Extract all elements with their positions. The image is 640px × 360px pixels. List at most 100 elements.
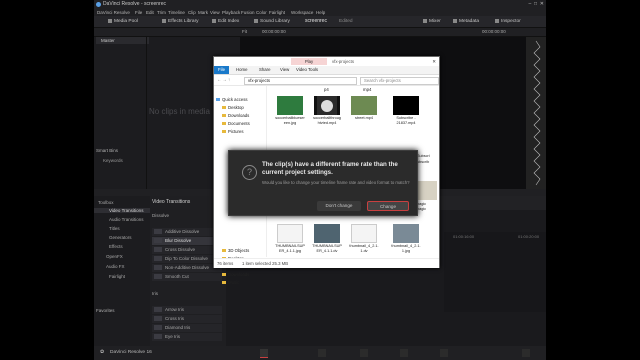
file-name[interactable]: Subscri bbox=[417, 154, 430, 158]
keywords-bin[interactable]: Keywords bbox=[103, 158, 123, 163]
file-name[interactable]: nagic bbox=[417, 207, 426, 211]
file-label: mp4 bbox=[363, 87, 372, 92]
toolbox-item-generators[interactable]: Generators bbox=[109, 235, 132, 240]
toolbox-item-audio-fx[interactable]: Audio FX bbox=[106, 264, 125, 269]
nav-item[interactable]: Desktop bbox=[222, 105, 244, 110]
file-name[interactable]: soccerballblueser een.jpg bbox=[273, 116, 307, 125]
edit-page-icon[interactable] bbox=[318, 349, 326, 357]
menu-item[interactable]: Timeline bbox=[168, 9, 185, 16]
metadata-button[interactable]: Metadata bbox=[453, 16, 479, 27]
file-thumbnail[interactable] bbox=[277, 96, 303, 115]
audio-waveform-icon bbox=[533, 40, 541, 186]
mixer-button[interactable]: Mixer bbox=[423, 16, 441, 27]
file-thumbnail[interactable] bbox=[351, 224, 377, 243]
transition-item[interactable]: Smooth Cut bbox=[152, 273, 222, 281]
folder-icon bbox=[222, 281, 226, 285]
file-name[interactable]: ubscrib bbox=[417, 160, 429, 164]
toolbox-item-openfx[interactable]: OpenFX bbox=[106, 254, 123, 259]
play-tab[interactable]: Play bbox=[291, 58, 327, 65]
menu-item[interactable]: Fusion bbox=[241, 9, 255, 16]
toolbox-item-video-transitions[interactable]: Video Transitions bbox=[94, 208, 150, 213]
ribbon-tab-file[interactable]: File bbox=[214, 66, 229, 74]
nav-item-quick-access[interactable]: Quick access bbox=[216, 97, 248, 102]
transition-thumb-icon bbox=[154, 274, 162, 280]
nav-item[interactable]: Documents bbox=[222, 121, 250, 126]
folder-icon bbox=[222, 122, 226, 126]
search-input[interactable]: Search vfx-projects bbox=[360, 77, 439, 85]
file-thumbnail[interactable] bbox=[393, 224, 419, 243]
nav-arrows-icon[interactable]: ← → ↑ bbox=[217, 75, 230, 85]
toolbox-item-audio-transitions[interactable]: Audio Transitions bbox=[109, 217, 144, 222]
ribbon-tab-share[interactable]: Share bbox=[259, 66, 270, 74]
close-icon[interactable]: ✕ bbox=[429, 57, 439, 66]
menu-item[interactable]: Fairlight bbox=[269, 9, 285, 16]
menu-item[interactable]: Color bbox=[256, 9, 267, 16]
file-name[interactable]: THUMBNAILSUP ER_4.1.1.dv bbox=[310, 244, 344, 253]
edit-index-icon bbox=[212, 18, 216, 23]
master-bin[interactable]: Master bbox=[96, 37, 149, 44]
transition-item[interactable]: Dip To Color Dissolve bbox=[152, 255, 222, 263]
video-thumbnail[interactable] bbox=[393, 96, 419, 115]
menu-item[interactable]: Clip bbox=[188, 9, 196, 16]
folder-icon bbox=[222, 249, 226, 253]
file-name[interactable]: street.mp4 bbox=[347, 116, 381, 121]
address-bar[interactable]: vfx-projects bbox=[244, 77, 357, 85]
transition-item[interactable]: Non-Additive Dissolve bbox=[152, 264, 222, 272]
timeline-tracks[interactable] bbox=[444, 232, 546, 312]
fairlight-page-icon[interactable] bbox=[400, 349, 408, 357]
menu-item[interactable]: Mark bbox=[198, 9, 208, 16]
toolbox-item-titles[interactable]: Titles bbox=[109, 226, 120, 231]
deliver-page-icon[interactable] bbox=[440, 349, 448, 357]
transition-item[interactable]: Cross Dissolve bbox=[152, 246, 222, 254]
menu-item[interactable]: File bbox=[135, 9, 142, 16]
menu-item[interactable]: Playback bbox=[222, 9, 240, 16]
nav-item[interactable]: 3D Objects bbox=[222, 248, 249, 253]
zoom-fit-dropdown[interactable]: Fit bbox=[242, 28, 247, 36]
effects-library-button[interactable]: Effects Library bbox=[162, 16, 199, 27]
audio-meter-strip bbox=[526, 37, 546, 189]
video-thumbnail[interactable] bbox=[314, 96, 340, 115]
ribbon-tab-home[interactable]: Home bbox=[236, 66, 247, 74]
dont-change-button[interactable]: Don't change bbox=[317, 201, 361, 211]
menu-item[interactable]: Help bbox=[316, 9, 325, 16]
transition-item[interactable]: Additive Dissolve bbox=[152, 228, 222, 236]
nav-item[interactable]: Downloads bbox=[222, 272, 249, 277]
window-controls[interactable]: – □ ✕ bbox=[528, 0, 544, 9]
menu-bar: DaVinci Resolve File Edit Trim Timeline … bbox=[94, 9, 546, 16]
file-name[interactable]: THUMBNAILSUP ER_4.1.1.jpg bbox=[273, 244, 307, 253]
change-button[interactable]: Change bbox=[367, 201, 409, 211]
file-name[interactable]: Subscribe - 21837.mp4 bbox=[389, 116, 423, 125]
menu-item[interactable]: DaVinci Resolve bbox=[97, 9, 130, 16]
menu-item[interactable]: View bbox=[210, 9, 220, 16]
sound-library-button[interactable]: Sound Library bbox=[254, 16, 290, 27]
home-icon[interactable] bbox=[522, 349, 530, 357]
menu-item[interactable]: Edit bbox=[146, 9, 154, 16]
inspector-button[interactable]: Inspector bbox=[495, 16, 521, 27]
ribbon-tab-view[interactable]: View bbox=[280, 66, 289, 74]
toolbox-item-fairlight[interactable]: Fairlight bbox=[109, 274, 125, 279]
nav-item[interactable]: Pictures bbox=[222, 129, 244, 134]
ribbon-tab-video-tools[interactable]: Video Tools bbox=[296, 66, 318, 74]
transition-item[interactable]: Cross Iris bbox=[152, 315, 222, 323]
video-thumbnail[interactable] bbox=[314, 224, 340, 243]
file-name[interactable]: soccerballthroug htvted.mp4 bbox=[310, 116, 344, 125]
toolbox-header[interactable]: Toolbox bbox=[98, 200, 114, 205]
edit-index-button[interactable]: Edit Index bbox=[212, 16, 239, 27]
media-pool-button[interactable]: Media Pool bbox=[108, 16, 138, 27]
toolbox-item-effects[interactable]: Effects bbox=[109, 244, 123, 249]
file-name[interactable]: nagic bbox=[417, 202, 426, 206]
transition-item[interactable]: Diamond Iris bbox=[152, 324, 222, 332]
video-thumbnail[interactable] bbox=[351, 96, 377, 115]
cut-page-icon[interactable] bbox=[260, 349, 268, 358]
menu-item[interactable]: Trim bbox=[157, 9, 166, 16]
file-thumbnail[interactable] bbox=[277, 224, 303, 243]
nav-item[interactable]: Downloads bbox=[222, 113, 249, 118]
file-name[interactable]: thumbnail_4_2.1. 1.jpg bbox=[389, 244, 423, 253]
nav-item[interactable]: Music bbox=[222, 280, 239, 285]
fusion-page-icon[interactable] bbox=[360, 349, 368, 357]
transition-item[interactable]: Arrow Iris bbox=[152, 306, 222, 314]
transition-item[interactable]: Blur Dissolve bbox=[152, 237, 222, 245]
transition-item[interactable]: Eye Iris bbox=[152, 333, 222, 341]
file-name[interactable]: thumbnail_4_2.1. 1.dv bbox=[347, 244, 381, 253]
menu-item[interactable]: Workspace bbox=[291, 9, 313, 16]
